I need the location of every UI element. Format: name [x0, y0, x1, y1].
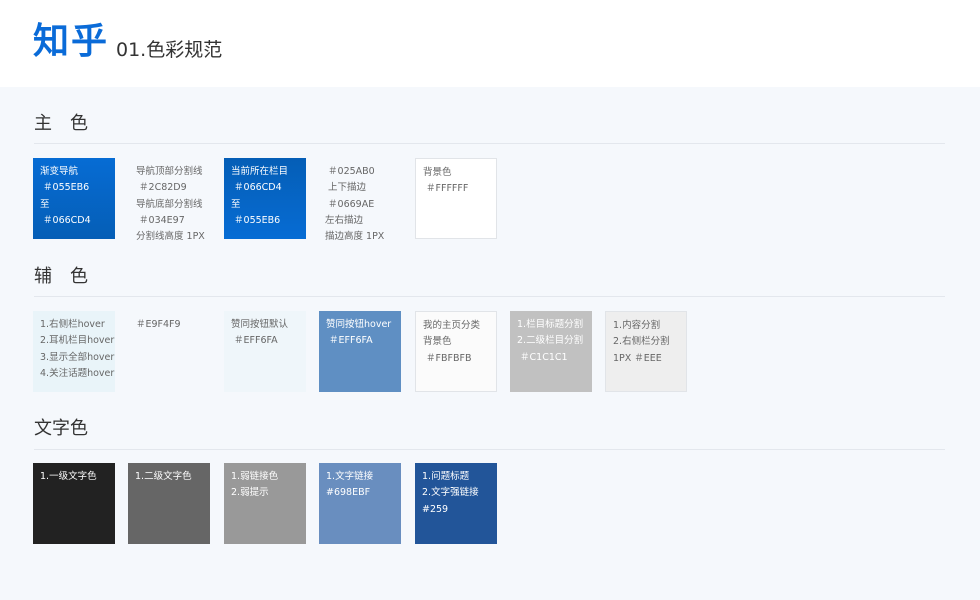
swatch-text-strong-link: 1.问题标题 2.文字强链接 #259 [415, 463, 497, 544]
swatch-profile-bg: 我的主页分类 背景色 ＃FBFBFB [415, 311, 497, 392]
page-subtitle: 01.色彩规范 [116, 39, 223, 61]
swatch-text-primary: 1.一级文字色 [33, 463, 115, 544]
zhihu-logo: 知乎 [33, 21, 110, 62]
swatch-hover-bg: 1.右侧栏hover 2.耳机栏目hover 3.显示全部hover 4.关注话… [33, 311, 115, 392]
swatch-current-column: 当前所在栏目 ＃066CD4 至 ＃055EB6 [224, 158, 306, 239]
swatch-divider-gray: 1.栏目标题分割 2.二级栏目分割 ＃C1C1C1 [510, 311, 592, 392]
swatch-text-weak: 1.弱链接色 2.弱提示 [224, 463, 306, 544]
note-hover-color: ＃E9F4F9 [136, 319, 181, 330]
page-header: 知乎 01.色彩规范 [0, 0, 980, 87]
section-title-secondary: 辅 色 [34, 266, 88, 287]
swatch-gradient-nav: 渐变导航 ＃055EB6 至 ＃066CD4 [33, 158, 115, 239]
section-title-text: 文字色 [34, 418, 88, 439]
section-divider [34, 296, 945, 297]
note-border-colors: ＃025AB0 上下描边 ＃0669AE 左右描边 描边高度 1PX [325, 166, 385, 243]
note-nav-dividers: 导航顶部分割线 ＃2C82D9 导航底部分割线 ＃034E97 分割线高度 1P… [136, 166, 205, 243]
section-divider [34, 143, 945, 144]
swatch-content-divider: 1.内容分割 2.右侧栏分割 1PX ＃EEE [605, 311, 687, 392]
swatch-vote-hover: 赞同按钮hover ＃EFF6FA [319, 311, 401, 392]
section-title-primary: 主 色 [34, 113, 88, 134]
swatch-text-secondary: 1.二级文字色 [128, 463, 210, 544]
section-divider [34, 449, 945, 450]
swatch-text-link: 1.文字链接 #698EBF [319, 463, 401, 544]
swatch-background-white: 背景色 ＃FFFFFF [415, 158, 497, 239]
swatch-vote-default: 赞同按钮默认 ＃EFF6FA [224, 311, 306, 392]
